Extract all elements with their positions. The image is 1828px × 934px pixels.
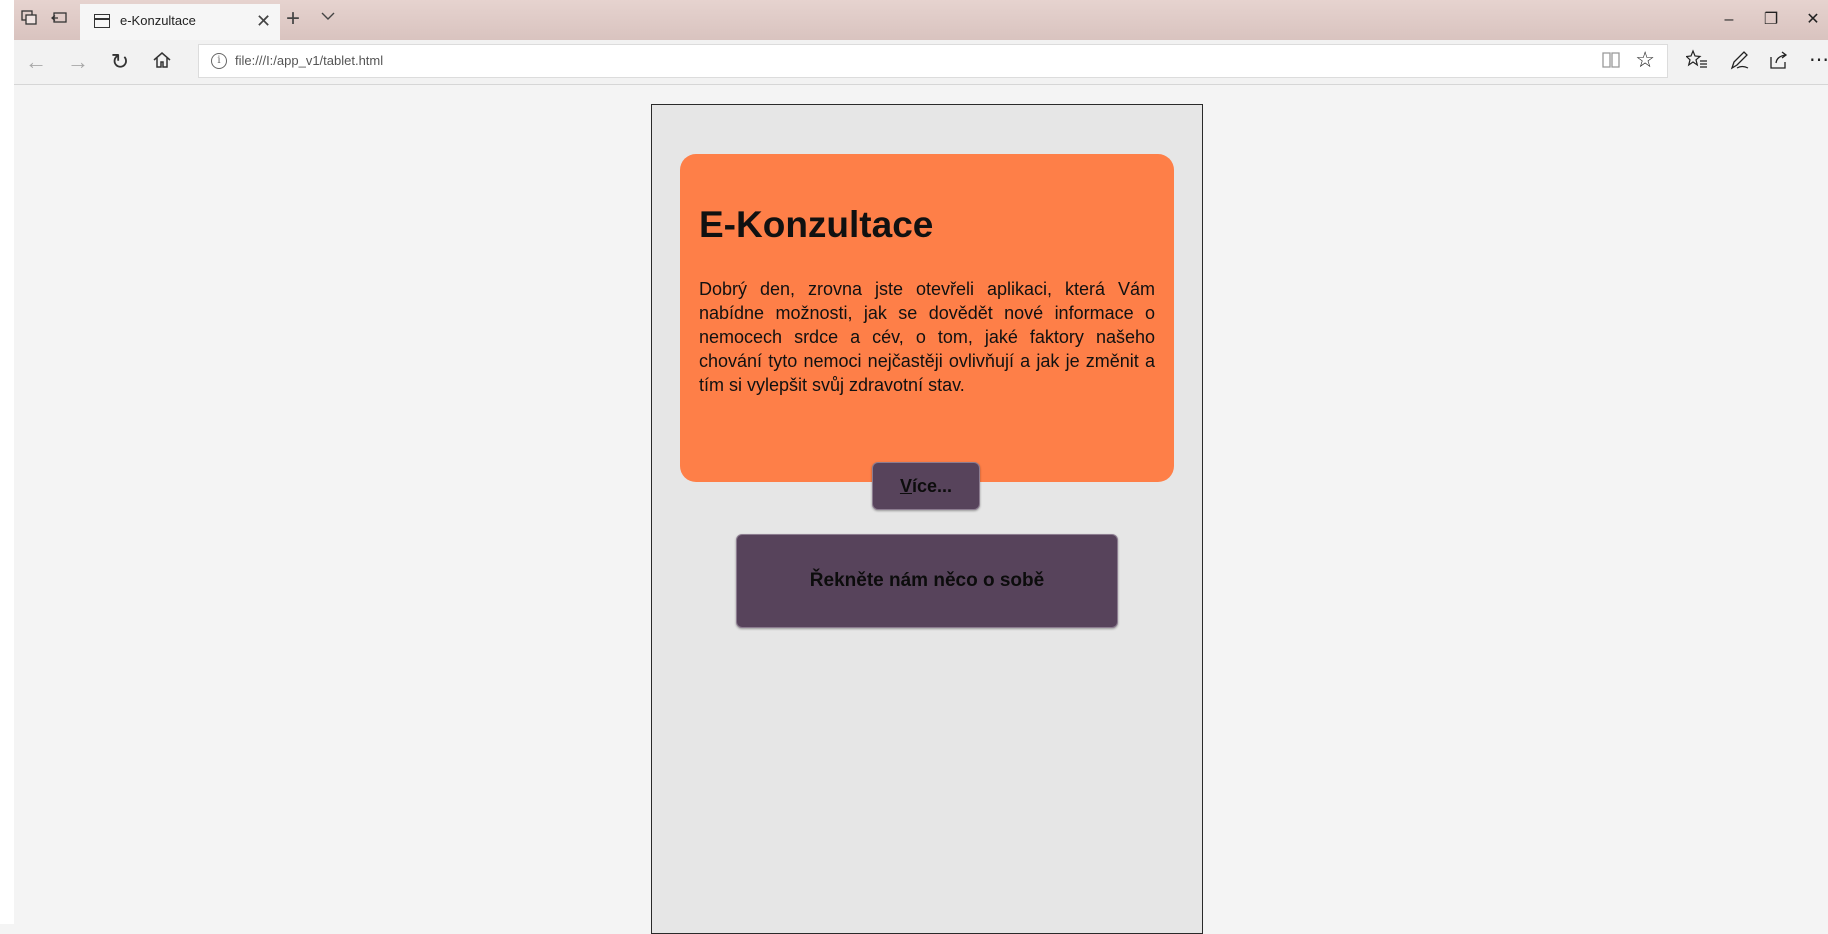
chevron-down-icon[interactable] [320, 8, 336, 29]
browser-window: e-Konzultace ✕ + – ❐ ✕ ← → ↻ i file:///I… [0, 0, 1828, 934]
favorites-list-icon[interactable] [1684, 49, 1710, 75]
close-window-icon[interactable]: ✕ [1798, 6, 1828, 34]
window-edge [0, 0, 14, 924]
address-bar[interactable]: i file:///I:/app_v1/tablet.html ☆ [198, 44, 1668, 78]
info-icon[interactable]: i [211, 53, 227, 69]
tabs-aside-icon[interactable] [50, 10, 68, 28]
reading-view-icon[interactable] [1601, 50, 1621, 75]
home-icon[interactable] [148, 50, 176, 74]
page-icon [94, 14, 110, 28]
tab-close-icon[interactable]: ✕ [256, 10, 271, 32]
navigation-bar: ← → ↻ i file:///I:/app_v1/tablet.html ☆ … [14, 40, 1828, 85]
tab-title: e-Konzultace [120, 13, 196, 28]
restore-icon[interactable]: ❐ [1756, 6, 1786, 34]
new-tab-icon[interactable]: + [286, 4, 300, 34]
title-bar: e-Konzultace ✕ + – ❐ ✕ [14, 0, 1828, 40]
tab-set-aside-icon[interactable] [20, 10, 38, 28]
minimize-icon[interactable]: – [1714, 6, 1744, 34]
back-icon[interactable]: ← [22, 50, 50, 74]
forward-icon[interactable]: → [64, 50, 92, 74]
tablet-frame: E-Konzultace Dobrý den, zrovna jste otev… [651, 104, 1203, 934]
more-button-label: íce... [911, 476, 953, 496]
more-button-accel: V [899, 476, 912, 496]
more-button[interactable]: Více... [872, 462, 980, 510]
url-text[interactable]: file:///I:/app_v1/tablet.html [235, 53, 383, 68]
intro-text: Dobrý den, zrovna jste otevřeli aplikaci… [699, 279, 1155, 395]
refresh-icon[interactable]: ↻ [106, 50, 134, 74]
tell-us-about-yourself-button[interactable]: Řekněte nám něco o sobě [736, 534, 1118, 628]
intro-card: E-Konzultace Dobrý den, zrovna jste otev… [680, 154, 1174, 482]
more-icon[interactable]: ⋯ [1806, 49, 1828, 75]
favorite-star-icon[interactable]: ☆ [1635, 47, 1655, 73]
tab-e-konzultace[interactable]: e-Konzultace ✕ [80, 4, 280, 40]
app-title: E-Konzultace [699, 204, 934, 245]
share-icon[interactable] [1766, 49, 1792, 75]
web-note-pen-icon[interactable] [1726, 49, 1752, 75]
page-viewport: E-Konzultace Dobrý den, zrovna jste otev… [14, 85, 1828, 934]
